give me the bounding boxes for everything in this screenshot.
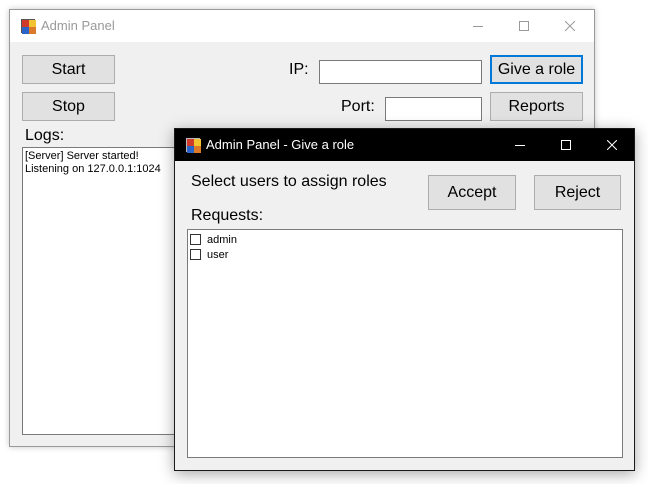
ip-label: IP: [289, 61, 309, 78]
accept-button[interactable]: Accept [428, 175, 516, 210]
give-role-dialog: Admin Panel - Give a role Select users t… [174, 128, 635, 471]
minimize-icon[interactable] [497, 129, 543, 161]
checkbox[interactable] [190, 249, 201, 260]
dialog-title-bar[interactable]: Admin Panel - Give a role [175, 129, 634, 161]
list-item[interactable]: user [190, 247, 622, 262]
stop-button[interactable]: Stop [22, 92, 115, 121]
port-label: Port: [341, 98, 375, 115]
close-icon[interactable] [547, 10, 593, 42]
port-input[interactable] [385, 97, 482, 121]
close-icon[interactable] [589, 129, 635, 161]
app-icon [21, 19, 36, 34]
start-button[interactable]: Start [22, 55, 115, 84]
request-label: admin [207, 233, 237, 246]
app-icon [186, 138, 201, 153]
window-title: Admin Panel [41, 18, 115, 33]
dialog-title: Admin Panel - Give a role [206, 137, 355, 152]
checkbox[interactable] [190, 234, 201, 245]
maximize-icon[interactable] [543, 129, 589, 161]
give-role-button[interactable]: Give a role [490, 55, 583, 84]
title-bar[interactable]: Admin Panel [10, 10, 594, 42]
minimize-icon[interactable] [455, 10, 501, 42]
requests-label: Requests: [191, 207, 264, 224]
instruction-label: Select users to assign roles [191, 173, 387, 190]
request-label: user [207, 248, 229, 261]
reject-button[interactable]: Reject [534, 175, 621, 210]
requests-checklist[interactable]: admin user [187, 229, 623, 458]
list-item[interactable]: admin [190, 232, 622, 247]
reports-button[interactable]: Reports [490, 92, 583, 121]
maximize-icon[interactable] [501, 10, 547, 42]
ip-input[interactable] [319, 60, 482, 84]
logs-label: Logs: [25, 127, 65, 144]
